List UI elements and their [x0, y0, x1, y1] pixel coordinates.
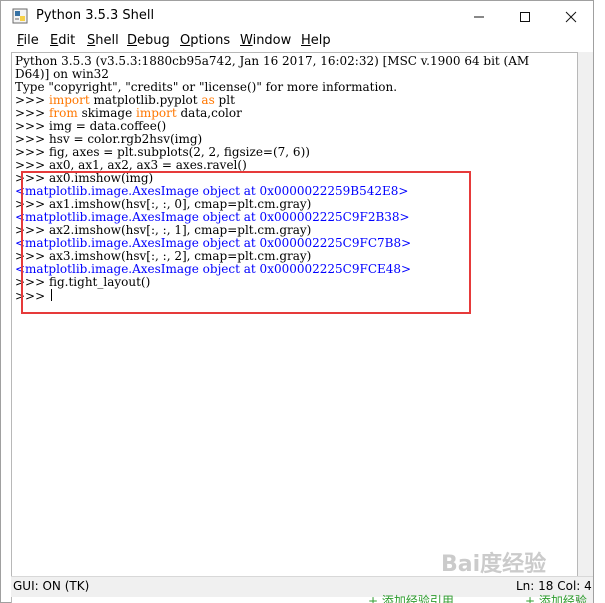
shell-line: >>> ax2.imshow(hsv[:, :, 1], cmap=plt.cm… [15, 224, 575, 237]
shell-line: D64)] on win32 [15, 68, 575, 81]
menu-shell[interactable]: Shell [85, 33, 121, 48]
shell-line: >>> ax0, ax1, ax2, ax3 = axes.ravel() [15, 159, 575, 172]
code-text: ax0.imshow(img) [48, 172, 154, 185]
close-icon [565, 11, 577, 22]
keyword-token: import [48, 94, 90, 107]
shell-line: <matplotlib.image.AxesImage object at 0x… [15, 185, 575, 198]
baidu-watermark: Bai度经验 [441, 552, 547, 577]
shell-line: Type "copyright", "credits" or "license(… [15, 81, 575, 94]
code-text: ax1.imshow(hsv[:, :, 0], cmap=plt.cm.gra… [48, 198, 312, 211]
menu-edit[interactable]: Edit [48, 33, 77, 48]
add-reference-link[interactable]: + 添加经验引用 [368, 592, 454, 603]
code-text: plt [214, 94, 235, 107]
shell-line: >>> hsv = color.rgb2hsv(img) [15, 133, 575, 146]
code-text: skimage [77, 107, 136, 120]
output-text: <matplotlib.image.AxesImage object at 0x… [15, 211, 410, 224]
window-title: Python 3.5.3 Shell [36, 8, 155, 23]
prompt-marker: >>> [15, 172, 49, 185]
minimize-button[interactable] [456, 1, 502, 32]
shell-line: >>> import matplotlib.pyplot as plt [15, 94, 575, 107]
prompt-marker: >>> [15, 224, 49, 237]
menu-options[interactable]: Options [178, 33, 232, 48]
prompt-marker: >>> [15, 159, 49, 172]
code-text: D64)] on win32 [15, 68, 109, 81]
menu-debug[interactable]: Debug [125, 33, 172, 48]
shell-line: >>> ax0.imshow(img) [15, 172, 575, 185]
vertical-scrollbar[interactable] [578, 52, 593, 603]
code-text: hsv = color.rgb2hsv(img) [48, 133, 203, 146]
title-bar[interactable]: Python 3.5.3 Shell [1, 1, 593, 32]
code-text: matplotlib.pyplot [89, 94, 202, 107]
background-page-edge [594, 0, 605, 603]
menu-window[interactable]: Window [238, 33, 293, 48]
keyword-token: from [48, 107, 78, 120]
shell-line: >>> img = data.coffee() [15, 120, 575, 133]
code-text: data,color [176, 107, 242, 120]
shell-line: Python 3.5.3 (v3.5.3:1880cb95a742, Jan 1… [15, 55, 575, 68]
code-text: ax2.imshow(hsv[:, :, 1], cmap=plt.cm.gra… [48, 224, 312, 237]
keyword-token: as [201, 94, 215, 107]
code-text: ax3.imshow(hsv[:, :, 2], cmap=plt.cm.gra… [48, 250, 312, 263]
status-bar [11, 576, 593, 597]
code-text: ax0, ax1, ax2, ax3 = axes.ravel() [48, 159, 247, 172]
shell-line: >>> ax3.imshow(hsv[:, :, 2], cmap=plt.cm… [15, 250, 575, 263]
prompt-marker: >>> [15, 146, 49, 159]
menu-file[interactable]: File [15, 33, 41, 48]
prompt-marker: >>> [15, 107, 49, 120]
status-gui: GUI: ON (TK) [13, 579, 90, 593]
shell-output[interactable]: Python 3.5.3 (v3.5.3:1880cb95a742, Jan 1… [15, 55, 575, 302]
code-text: fig.tight_layout() [48, 276, 151, 289]
prompt-marker: >>> [15, 94, 49, 107]
output-text: <matplotlib.image.AxesImage object at 0x… [15, 263, 412, 276]
output-text: <matplotlib.image.AxesImage object at 0x… [15, 185, 409, 198]
shell-line: >>> from skimage import data,color [15, 107, 575, 120]
shell-text-area[interactable]: Python 3.5.3 (v3.5.3:1880cb95a742, Jan 1… [11, 52, 578, 603]
shell-line: >>> [15, 289, 575, 302]
output-text: <matplotlib.image.AxesImage object at 0x… [15, 237, 412, 250]
idle-shell-window: Python 3.5.3 Shell File Edit Shell Debug Opt… [0, 0, 594, 603]
code-text: img = data.coffee() [48, 120, 167, 133]
menu-help[interactable]: Help [299, 33, 333, 48]
menu-bar: File Edit Shell Debug Options Window Help [1, 32, 593, 52]
minimize-icon [474, 16, 484, 17]
prompt-marker: >>> [15, 120, 49, 133]
prompt-marker: >>> [15, 198, 49, 211]
maximize-icon [520, 11, 530, 22]
shell-line: <matplotlib.image.AxesImage object at 0x… [15, 263, 575, 276]
shell-line: <matplotlib.image.AxesImage object at 0x… [15, 211, 575, 224]
prompt-marker: >>> [15, 276, 49, 289]
shell-line: >>> ax1.imshow(hsv[:, :, 0], cmap=plt.cm… [15, 198, 575, 211]
code-text: Type "copyright", "credits" or "license(… [15, 81, 398, 94]
text-cursor [50, 289, 52, 301]
code-text: fig, axes = plt.subplots(2, 2, figsize=(… [48, 146, 310, 159]
prompt-marker: >>> [15, 133, 49, 146]
code-text: Python 3.5.3 (v3.5.3:1880cb95a742, Jan 1… [15, 55, 530, 68]
shell-line: >>> fig.tight_layout() [15, 276, 575, 289]
prompt-marker: >>> [15, 289, 49, 303]
prompt-marker: >>> [15, 250, 49, 263]
python-app-icon [12, 8, 28, 24]
shell-line: >>> fig, axes = plt.subplots(2, 2, figsi… [15, 146, 575, 159]
shell-line: <matplotlib.image.AxesImage object at 0x… [15, 237, 575, 250]
keyword-token: import [135, 107, 177, 120]
status-cursor-position: Ln: 18 Col: 4 [516, 579, 592, 593]
close-button[interactable] [548, 1, 594, 32]
add-reference-link-2[interactable]: + 添加经验参 [525, 592, 595, 603]
maximize-button[interactable] [502, 1, 548, 32]
